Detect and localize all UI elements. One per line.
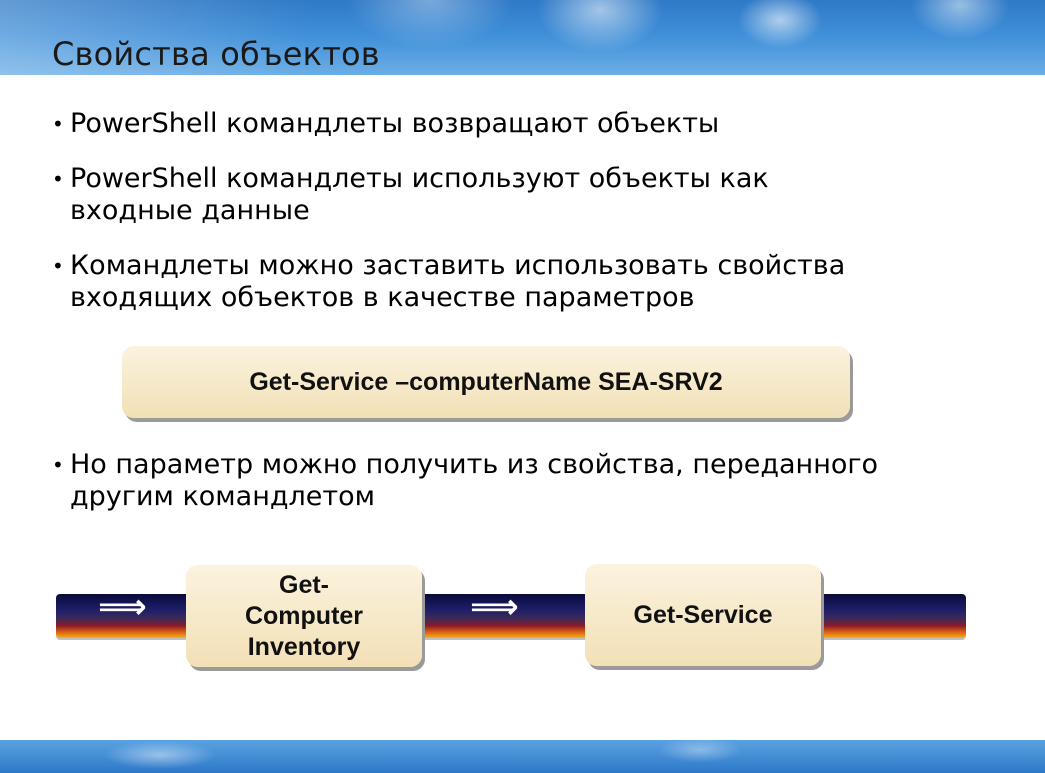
bullet-text-line-2: другим командлетом [70, 481, 376, 512]
bullet-text-line-2: входящих объектов в качестве параметров [70, 282, 695, 313]
bullet-text: PowerShell командлеты возвращают объекты [70, 108, 720, 139]
bullet-text-line-1: Командлеты можно заставить использовать … [70, 250, 846, 281]
box-line: Computer [244, 601, 364, 630]
bullet-item-1: • PowerShell командлеты возвращают объек… [52, 108, 719, 140]
pipeline-arrow-icon: ⟹ [98, 587, 147, 627]
bullet-item-4: • Но параметр можно получить из свойства… [52, 449, 878, 513]
bullet-marker: • [52, 167, 64, 191]
bullet-marker: • [52, 453, 64, 477]
box-line: Inventory [247, 632, 361, 661]
get-service-box: Get-Service [585, 564, 821, 666]
bullet-marker: • [52, 112, 64, 136]
get-computer-inventory-box: Get- Computer Inventory [186, 565, 422, 667]
page-title: Свойства объектов [52, 35, 380, 73]
bullet-text-line-2: входные данные [70, 195, 310, 226]
footer-banner [0, 740, 1045, 773]
bullet-text-line-1: Но параметр можно получить из свойства, … [70, 449, 879, 480]
bullet-item-3: • Командлеты можно заставить использоват… [52, 250, 845, 314]
bullet-item-2: • PowerShell командлеты используют объек… [52, 163, 769, 227]
box-line: Get- [279, 570, 329, 599]
bullet-text-line-1: PowerShell командлеты используют объекты… [70, 163, 769, 194]
pipeline-arrow-icon: ⟹ [470, 587, 519, 627]
bullet-marker: • [52, 254, 64, 278]
command-example-box: Get-Service –computerName SEA-SRV2 [122, 346, 850, 418]
